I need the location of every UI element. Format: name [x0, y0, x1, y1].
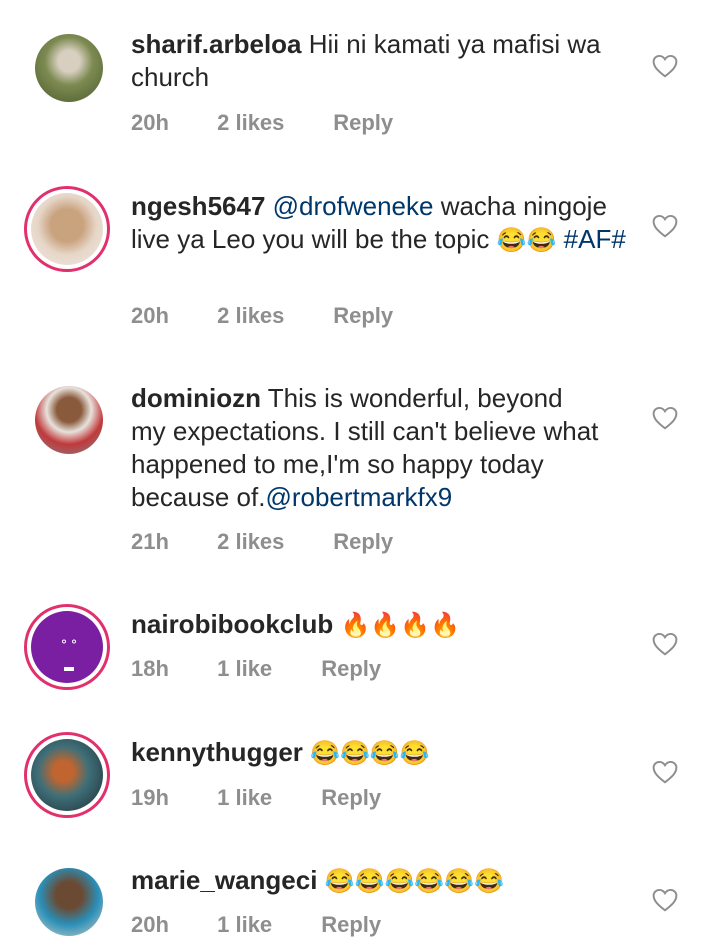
emoji: 😂😂😂😂 — [310, 740, 430, 767]
comment-text: dominiozn This is wonderful, beyond my e… — [131, 382, 601, 514]
reply-button[interactable]: Reply — [321, 912, 381, 938]
reply-button[interactable]: Reply — [333, 303, 393, 329]
likes-count[interactable]: 2 likes — [217, 303, 327, 329]
likes-count[interactable]: 1 like — [217, 656, 315, 682]
comment-meta: 20h 1 like Reply — [131, 912, 381, 938]
comment-meta: 19h 1 like Reply — [131, 785, 381, 811]
reply-button[interactable]: Reply — [333, 529, 393, 555]
reply-button[interactable]: Reply — [321, 656, 381, 682]
comment-text: ngesh5647 @drofweneke wacha ningoje live… — [131, 190, 631, 257]
heart-icon[interactable] — [652, 632, 678, 656]
heart-icon[interactable] — [652, 760, 678, 784]
bicycle-icon: ⚬⚬ — [59, 635, 80, 649]
mention-link[interactable]: @robertmarkfx9 — [265, 482, 452, 512]
avatar[interactable] — [35, 34, 103, 102]
likes-count[interactable]: 1 like — [217, 785, 315, 811]
hashtag-link[interactable]: #AF# — [564, 224, 626, 254]
comment-text: nairobibookclub 🔥🔥🔥🔥 — [131, 608, 631, 642]
likes-count[interactable]: 2 likes — [217, 529, 327, 555]
heart-icon[interactable] — [652, 54, 678, 78]
avatar[interactable] — [24, 732, 110, 818]
mention-link[interactable]: @drofweneke — [273, 191, 434, 221]
likes-count[interactable]: 2 likes — [217, 110, 327, 136]
avatar[interactable] — [24, 186, 110, 272]
avatar[interactable] — [35, 386, 103, 454]
reply-button[interactable]: Reply — [333, 110, 393, 136]
comment-meta: 21h 2 likes Reply — [131, 529, 393, 555]
timestamp: 20h — [131, 912, 169, 937]
comment-text: kennythugger 😂😂😂😂 — [131, 736, 631, 770]
heart-icon[interactable] — [652, 888, 678, 912]
comment-meta: 20h 2 likes Reply — [131, 110, 393, 136]
username[interactable]: marie_wangeci — [131, 865, 317, 895]
likes-count[interactable]: 1 like — [217, 912, 315, 938]
comment-text: marie_wangeci 😂😂😂😂😂😂 — [131, 864, 631, 898]
username[interactable]: dominiozn — [131, 383, 261, 413]
comment-meta: 18h 1 like Reply — [131, 656, 381, 682]
timestamp: 21h — [131, 529, 169, 554]
emoji: 🔥🔥🔥🔥 — [340, 612, 460, 639]
timestamp: 18h — [131, 656, 169, 681]
username[interactable]: kennythugger — [131, 737, 303, 767]
username[interactable]: sharif.arbeloa — [131, 29, 302, 59]
reply-button[interactable]: Reply — [321, 785, 381, 811]
username[interactable]: nairobibookclub — [131, 609, 333, 639]
timestamp: 20h — [131, 110, 169, 135]
comment-meta: 20h 2 likes Reply — [131, 303, 393, 329]
username[interactable]: ngesh5647 — [131, 191, 265, 221]
timestamp: 19h — [131, 785, 169, 810]
avatar[interactable]: ⚬⚬ — [24, 604, 110, 690]
heart-icon[interactable] — [652, 406, 678, 430]
comment-text: sharif.arbeloa Hii ni kamati ya mafisi w… — [131, 28, 631, 94]
logo-mark — [64, 667, 74, 671]
timestamp: 20h — [131, 303, 169, 328]
avatar[interactable] — [35, 868, 103, 936]
heart-icon[interactable] — [652, 214, 678, 238]
emoji: 😂😂 — [496, 227, 557, 254]
emoji: 😂😂😂😂😂😂 — [324, 868, 504, 895]
